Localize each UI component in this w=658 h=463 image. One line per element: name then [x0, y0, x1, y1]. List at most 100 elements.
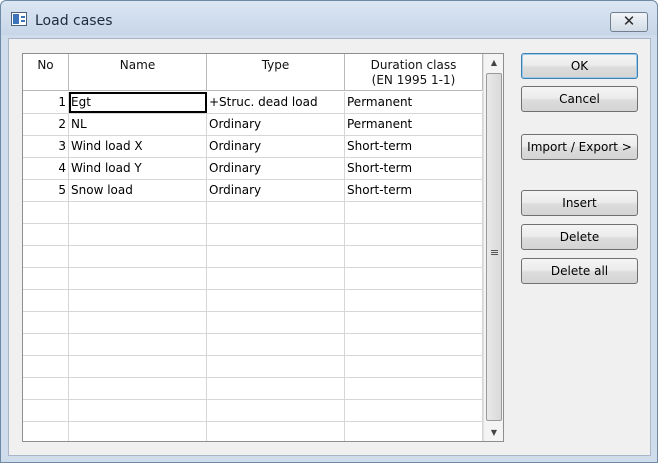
cell-duration-class[interactable]: [345, 400, 483, 421]
cell-no[interactable]: [23, 246, 69, 267]
cell-duration-class[interactable]: [345, 268, 483, 289]
cell-type[interactable]: [207, 246, 345, 267]
cell-duration-class[interactable]: [345, 290, 483, 311]
cell-no[interactable]: [23, 312, 69, 333]
column-header-duration-class[interactable]: Duration class (EN 1995 1-1): [345, 54, 483, 90]
dialog-body: No Name Type Duration class (EN 1995 1-1…: [8, 38, 651, 456]
cell-type[interactable]: [207, 334, 345, 355]
cell-no[interactable]: [23, 334, 69, 355]
cell-type[interactable]: Ordinary: [207, 158, 345, 179]
table-row[interactable]: [23, 378, 483, 400]
ok-button[interactable]: OK: [521, 53, 638, 79]
cell-no[interactable]: 3: [23, 136, 69, 157]
cell-name[interactable]: Wind load Y: [69, 158, 207, 179]
cell-no[interactable]: 1: [23, 92, 69, 113]
import-export-button[interactable]: Import / Export >: [521, 134, 638, 160]
cell-type[interactable]: [207, 268, 345, 289]
scroll-up-arrow-icon[interactable]: ▲: [484, 54, 503, 71]
cell-duration-class[interactable]: [345, 334, 483, 355]
cell-duration-class[interactable]: [345, 356, 483, 377]
table-row[interactable]: [23, 422, 483, 441]
cell-name[interactable]: [69, 268, 207, 289]
cell-type[interactable]: [207, 202, 345, 223]
table-row[interactable]: [23, 224, 483, 246]
cell-no[interactable]: [23, 422, 69, 441]
table-row[interactable]: 4 Wind load Y Ordinary Short-term: [23, 158, 483, 180]
table-row[interactable]: [23, 268, 483, 290]
window-title: Load cases: [35, 13, 113, 29]
insert-button[interactable]: Insert: [521, 190, 638, 216]
table-row[interactable]: [23, 290, 483, 312]
cell-type[interactable]: [207, 312, 345, 333]
cell-duration-class[interactable]: [345, 312, 483, 333]
cell-name[interactable]: Wind load X: [69, 136, 207, 157]
cell-type[interactable]: [207, 224, 345, 245]
cell-name[interactable]: [69, 202, 207, 223]
cell-duration-class[interactable]: [345, 246, 483, 267]
cell-no[interactable]: [23, 224, 69, 245]
column-header-type[interactable]: Type: [207, 54, 345, 90]
table-row[interactable]: 1 Egt +Struc. dead load Permanent: [23, 92, 483, 114]
cell-name[interactable]: [69, 356, 207, 377]
column-header-no[interactable]: No: [23, 54, 69, 90]
cell-duration-class[interactable]: Permanent: [345, 114, 483, 135]
cell-no[interactable]: [23, 378, 69, 399]
cell-type[interactable]: +Struc. dead load: [207, 92, 345, 113]
cell-type[interactable]: [207, 422, 345, 441]
cell-duration-class[interactable]: Short-term: [345, 158, 483, 179]
cell-type[interactable]: Ordinary: [207, 180, 345, 201]
cell-no[interactable]: [23, 202, 69, 223]
table-row[interactable]: 5 Snow load Ordinary Short-term: [23, 180, 483, 202]
cell-type[interactable]: [207, 378, 345, 399]
close-button[interactable]: ✕: [610, 12, 648, 32]
cell-name[interactable]: NL: [69, 114, 207, 135]
cell-duration-class[interactable]: [345, 202, 483, 223]
scrollbar-thumb[interactable]: [486, 73, 502, 421]
cell-duration-class[interactable]: Permanent: [345, 92, 483, 113]
cell-name[interactable]: [69, 224, 207, 245]
title-bar: Load cases ✕: [1, 1, 657, 35]
table-row[interactable]: [23, 356, 483, 378]
column-header-duration-label: Duration class: [370, 58, 457, 72]
cell-no[interactable]: 5: [23, 180, 69, 201]
delete-all-button[interactable]: Delete all: [521, 258, 638, 284]
table-row[interactable]: 2 NL Ordinary Permanent: [23, 114, 483, 136]
cell-name[interactable]: [69, 400, 207, 421]
cell-duration-class[interactable]: [345, 378, 483, 399]
cell-name[interactable]: [69, 334, 207, 355]
cell-name[interactable]: [69, 378, 207, 399]
load-cases-table[interactable]: No Name Type Duration class (EN 1995 1-1…: [22, 53, 504, 442]
table-row[interactable]: [23, 334, 483, 356]
cell-no[interactable]: 4: [23, 158, 69, 179]
table-row[interactable]: [23, 400, 483, 422]
cell-type[interactable]: Ordinary: [207, 114, 345, 135]
cell-type[interactable]: [207, 356, 345, 377]
cell-name[interactable]: [69, 422, 207, 441]
cell-no[interactable]: [23, 290, 69, 311]
cell-no[interactable]: [23, 400, 69, 421]
table-row[interactable]: [23, 202, 483, 224]
cell-no[interactable]: [23, 268, 69, 289]
cell-name[interactable]: Egt: [69, 92, 207, 113]
cell-no[interactable]: 2: [23, 114, 69, 135]
cell-name[interactable]: [69, 246, 207, 267]
cell-duration-class[interactable]: Short-term: [345, 136, 483, 157]
delete-button[interactable]: Delete: [521, 224, 638, 250]
table-row[interactable]: 3 Wind load X Ordinary Short-term: [23, 136, 483, 158]
vertical-scrollbar[interactable]: ▲ ▼: [483, 54, 503, 441]
column-header-name[interactable]: Name: [69, 54, 207, 90]
scroll-down-arrow-icon[interactable]: ▼: [484, 424, 503, 441]
cell-duration-class[interactable]: [345, 224, 483, 245]
cell-type[interactable]: [207, 400, 345, 421]
cell-type[interactable]: [207, 290, 345, 311]
cell-duration-class[interactable]: Short-term: [345, 180, 483, 201]
cancel-button[interactable]: Cancel: [521, 86, 638, 112]
cell-name[interactable]: [69, 290, 207, 311]
cell-name[interactable]: [69, 312, 207, 333]
cell-name[interactable]: Snow load: [69, 180, 207, 201]
table-row[interactable]: [23, 312, 483, 334]
cell-duration-class[interactable]: [345, 422, 483, 441]
cell-type[interactable]: Ordinary: [207, 136, 345, 157]
cell-no[interactable]: [23, 356, 69, 377]
table-row[interactable]: [23, 246, 483, 268]
